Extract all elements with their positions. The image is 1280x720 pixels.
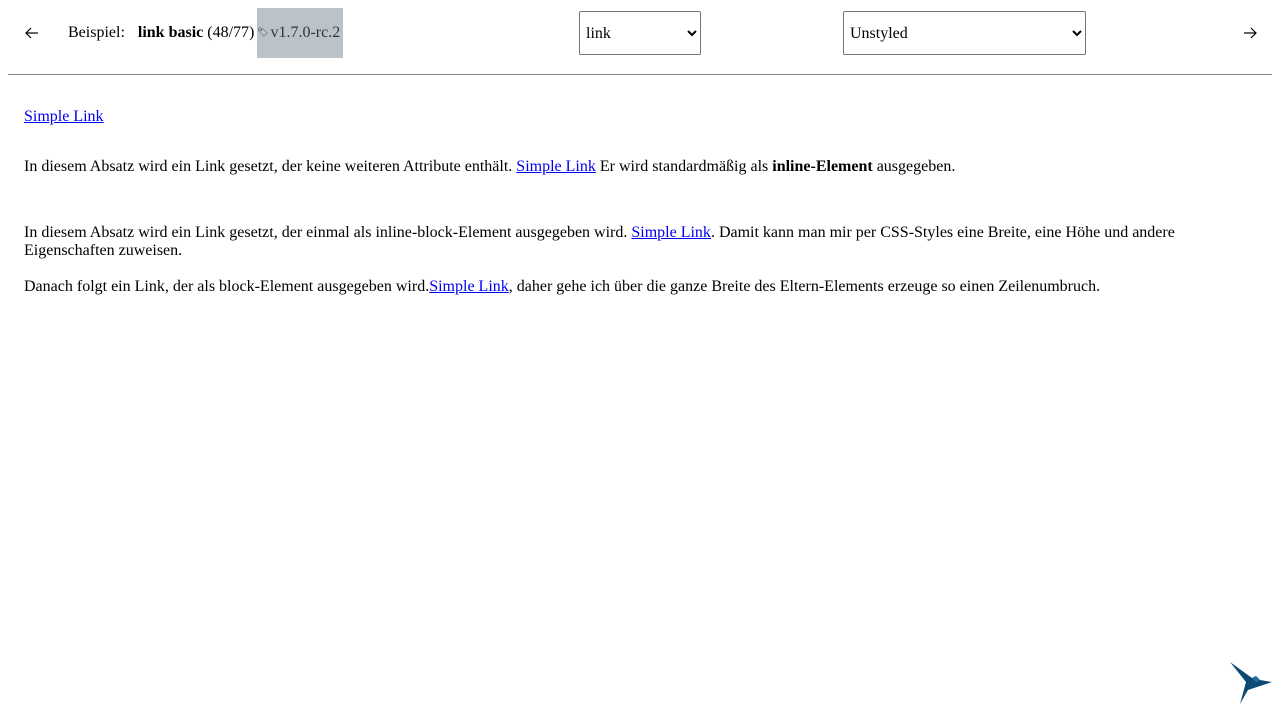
p1-bold-text: inline-Element [772, 158, 873, 175]
top-bar: Beispiel: link basic (48/77) 🏷︎ v1.7.0-r… [8, 0, 1272, 66]
inline-block-link-paragraph: In diesem Absatz wird ein Link gesetzt, … [24, 224, 1256, 260]
inline-link-paragraph: In diesem Absatz wird ein Link gesetzt, … [24, 158, 1256, 176]
block-link-paragraph: Danach folgt ein Link, der als block-Ele… [24, 278, 1256, 296]
tag-icon: 🏷︎ [257, 28, 269, 38]
example-label: Beispiel: [68, 24, 125, 41]
example-info: Beispiel: link basic (48/77) [68, 23, 254, 43]
example-content: Simple Link In diesem Absatz wird ein Li… [24, 106, 1256, 296]
simple-link-block[interactable]: Simple Link [429, 278, 509, 295]
example-name: link basic [137, 24, 204, 41]
hummingbird-logo-icon [1226, 660, 1274, 708]
next-example-arrow-icon[interactable] [1240, 22, 1260, 44]
version-badge: 🏷︎ v1.7.0-rc.2 [257, 8, 343, 58]
p2-text-before: In diesem Absatz wird ein Link gesetzt, … [24, 224, 632, 241]
p1-text-middle: Er wird standardmäßig als [595, 158, 773, 175]
header-divider [8, 74, 1272, 75]
p1-text-before: In diesem Absatz wird ein Link gesetzt, … [24, 158, 517, 175]
p3-text-after: , daher gehe ich über die ganze Breite d… [508, 278, 1101, 295]
p3-text-before: Danach folgt ein Link, der als block-Ele… [24, 278, 430, 295]
simple-link-standalone[interactable]: Simple Link [24, 108, 104, 125]
style-select[interactable]: Unstyled [843, 11, 1086, 55]
prev-example-arrow-icon[interactable] [22, 22, 42, 44]
simple-link-inline-block[interactable]: Simple Link [631, 224, 711, 242]
standalone-link-paragraph: Simple Link [24, 106, 1256, 126]
example-count: (48/77) [207, 24, 255, 41]
element-select[interactable]: link [579, 11, 701, 55]
p1-text-after: ausgegeben. [872, 158, 956, 175]
version-text: v1.7.0-rc.2 [270, 24, 341, 41]
simple-link-inline[interactable]: Simple Link [516, 158, 596, 175]
